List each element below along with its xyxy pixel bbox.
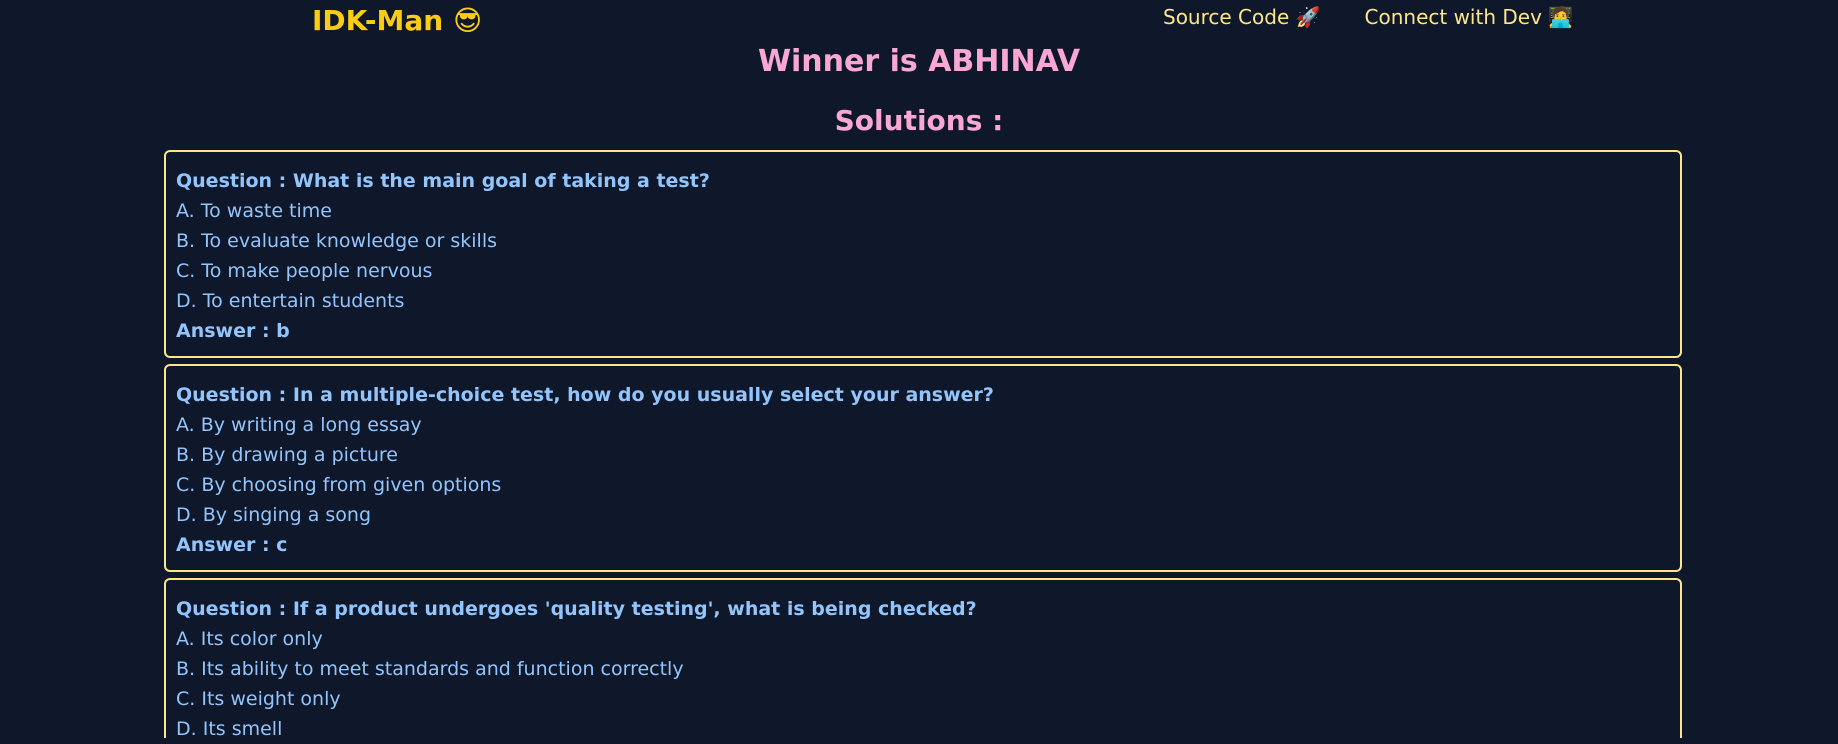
option-d: D. Its smell xyxy=(176,718,283,740)
question-text: Question : If a product undergoes 'quali… xyxy=(176,598,977,620)
question-card: Question : What is the main goal of taki… xyxy=(164,150,1682,358)
option-d: D. By singing a song xyxy=(176,504,372,526)
option-b: B. By drawing a picture xyxy=(176,444,398,466)
option-a: A. By writing a long essay xyxy=(176,414,422,436)
question-text: Question : What is the main goal of taki… xyxy=(176,170,710,192)
option-c: C. Its weight only xyxy=(176,688,341,710)
option-a: A. Its color only xyxy=(176,628,323,650)
question-text: Question : In a multiple-choice test, ho… xyxy=(176,384,994,406)
connect-with-dev-link[interactable]: Connect with Dev 🧑‍💻 xyxy=(1365,5,1574,29)
option-b: B. To evaluate knowledge or skills xyxy=(176,230,498,252)
option-a: A. To waste time xyxy=(176,200,332,222)
option-b: B. Its ability to meet standards and fun… xyxy=(176,658,684,680)
option-c: C. To make people nervous xyxy=(176,260,433,282)
question-card: Question : If a product undergoes 'quali… xyxy=(164,578,1682,740)
option-c: C. By choosing from given options xyxy=(176,474,502,496)
brand-logo[interactable]: IDK-Man 😎 xyxy=(312,4,482,38)
source-code-link[interactable]: Source Code 🚀 xyxy=(1163,5,1321,29)
answer-text: Answer : b xyxy=(176,320,290,342)
winner-heading: Winner is ABHINAV xyxy=(757,44,1081,79)
answer-text: Answer : c xyxy=(176,534,288,556)
nav-links: Source Code 🚀 Connect with Dev 🧑‍💻 xyxy=(1163,5,1573,29)
question-card: Question : In a multiple-choice test, ho… xyxy=(164,364,1682,572)
option-d: D. To entertain students xyxy=(176,290,405,312)
top-navbar: IDK-Man 😎 Source Code 🚀 Connect with Dev… xyxy=(0,0,1838,40)
solutions-heading: Solutions : xyxy=(834,104,1004,137)
